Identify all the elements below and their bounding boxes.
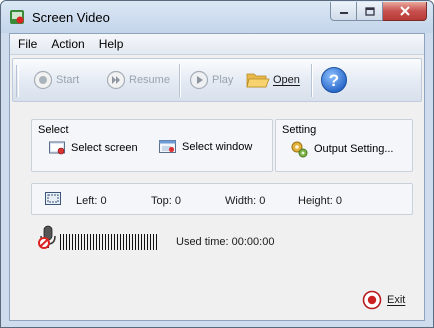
region-icon <box>45 192 61 205</box>
minimize-icon <box>339 12 348 14</box>
play-label: Play <box>212 74 234 86</box>
maximize-icon <box>364 6 375 16</box>
app-window: Screen Video File Action Help Start Resu… <box>0 0 434 328</box>
microphone-muted-icon <box>38 225 56 249</box>
start-label: Start <box>56 74 80 86</box>
toolbar-grip[interactable] <box>16 65 19 97</box>
select-screen-button[interactable]: Select screen <box>49 141 138 155</box>
select-screen-label: Select screen <box>71 142 138 154</box>
used-time: Used time: 00:00:00 <box>176 236 275 248</box>
toolbar: Start Resume Play Open ? <box>12 58 422 102</box>
setting-group-title: Setting <box>282 124 317 136</box>
screen-icon <box>49 141 65 155</box>
play-icon <box>189 70 209 90</box>
height-value: Height: 0 <box>298 195 343 207</box>
left-value: Left: 0 <box>76 195 107 207</box>
output-setting-label: Output Setting... <box>314 143 394 155</box>
exit-label: Exit <box>387 294 406 306</box>
open-button[interactable]: Open <box>246 59 300 101</box>
folder-icon <box>246 73 270 88</box>
select-group: Select Select screen Select window <box>31 119 273 172</box>
exit-icon <box>362 290 382 310</box>
output-setting-button[interactable]: Output Setting... <box>290 140 394 158</box>
gear-icon <box>291 141 308 158</box>
top-value: Top: 0 <box>151 195 181 207</box>
setting-group: Setting Output Setting... <box>275 119 413 172</box>
select-window-label: Select window <box>182 141 253 153</box>
app-icon <box>10 10 24 24</box>
exit-button[interactable]: Exit <box>362 290 405 310</box>
resume-label: Resume <box>129 74 170 86</box>
play-button[interactable]: Play <box>189 59 233 101</box>
title-bar[interactable]: Screen Video <box>1 1 433 33</box>
window-icon <box>159 140 176 153</box>
close-icon <box>399 6 410 16</box>
minimize-button[interactable] <box>330 2 357 21</box>
close-button[interactable] <box>383 2 427 21</box>
menu-bar: File Action Help <box>10 34 424 55</box>
resume-icon <box>106 70 126 90</box>
help-icon: ? <box>321 67 347 93</box>
menu-action[interactable]: Action <box>45 37 90 51</box>
open-label: Open <box>273 74 300 86</box>
maximize-button[interactable] <box>357 2 383 21</box>
select-group-title: Select <box>38 124 69 136</box>
menu-help[interactable]: Help <box>93 37 130 51</box>
start-button[interactable]: Start <box>33 59 79 101</box>
toolbar-separator <box>179 64 181 97</box>
width-value: Width: 0 <box>225 195 266 207</box>
menu-file[interactable]: File <box>12 37 43 51</box>
record-icon <box>33 70 53 90</box>
svg-text:?: ? <box>329 71 339 90</box>
window-title: Screen Video <box>32 10 110 25</box>
select-window-button[interactable]: Select window <box>159 140 252 154</box>
window-controls <box>330 2 427 22</box>
audio-level-meter <box>60 234 158 250</box>
resume-button[interactable]: Resume <box>106 59 170 101</box>
toolbar-separator <box>311 64 313 97</box>
help-button[interactable]: ? <box>320 59 348 101</box>
client-area: File Action Help Start Resume Play Open … <box>9 33 425 321</box>
